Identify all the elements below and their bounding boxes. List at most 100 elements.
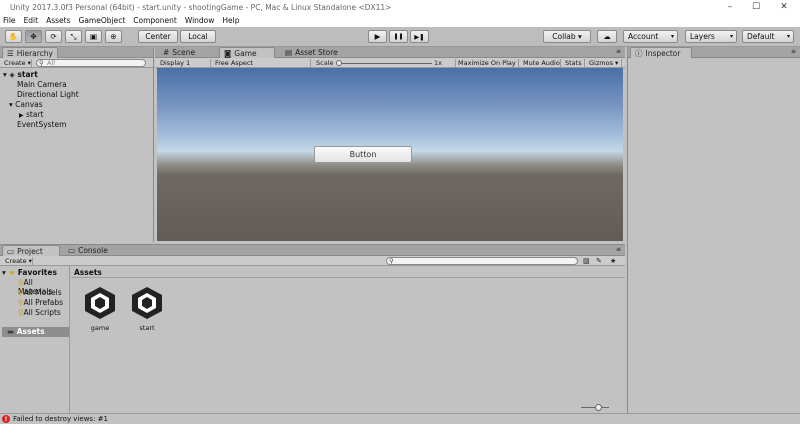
asset-label: start [139,324,155,332]
icon-size-slider-thumb[interactable] [595,404,602,411]
display-dropdown[interactable]: Display 1 [158,59,211,67]
expand-arrow-icon: ▾ [2,268,6,277]
pause-button[interactable]: ❚❚ [389,30,408,43]
search-icon: ⚲ [389,257,394,265]
panel-menu-icon[interactable]: ≡ [616,48,621,55]
favorite-label: All Scripts [23,308,61,317]
panel-menu-icon[interactable]: ≡ [791,48,796,55]
favorites-header[interactable]: ▾ ★ Favorites [2,268,57,277]
hierarchy-tab-label: Hierarchy [16,48,53,58]
project-search-input[interactable]: ⚲ [386,257,578,265]
scene-root[interactable]: ▾ ◈ start [3,70,38,79]
divider [71,277,625,278]
move-tool-icon[interactable]: ✥ [25,30,42,43]
menu-window[interactable]: Window [185,16,215,25]
tab-scene[interactable]: # Scene [159,47,207,58]
aspect-dropdown[interactable]: Free Aspect [213,59,311,67]
search-icon: ⚲ [39,59,44,67]
favorite-star-icon[interactable]: ★ [610,257,616,265]
hierarchy-search-input[interactable]: ⚲ All [36,59,146,67]
menu-assets[interactable]: Assets [46,16,70,25]
tab-console[interactable]: ▭ Console [64,245,114,256]
menu-file[interactable]: File [3,16,16,25]
hierarchy-item-main-camera[interactable]: Main Camera [17,80,67,89]
status-message[interactable]: Failed to destroy views: #1 [13,415,108,423]
step-button[interactable]: ▶❚ [410,30,429,43]
scale-slider-track[interactable] [337,63,432,64]
gizmos-dropdown[interactable]: Gizmos ▾ [587,59,622,67]
scale-label: Scale [316,59,334,67]
pivot-toggle[interactable]: Center [138,30,178,43]
tab-inspector[interactable]: ⓘ Inspector [630,47,692,58]
favorite-label: All Prefabs [23,298,64,307]
hierarchy-item-eventsystem[interactable]: EventSystem [17,120,66,129]
space-toggle[interactable]: Local [180,30,216,43]
play-button[interactable]: ▶ [368,30,387,43]
cloud-icon: ☁ [603,32,611,41]
pause-icon: ❚❚ [393,33,404,40]
project-create-dropdown[interactable]: Create ▾ [3,257,33,265]
hierarchy-tabbar: ☰ Hierarchy [0,47,153,58]
transform-tool-icon[interactable]: ⊕ [105,30,122,43]
menu-help[interactable]: Help [222,16,239,25]
favorite-all-prefabs[interactable]: ⚲All Prefabs [18,298,63,307]
rect-tool-icon[interactable]: ▣ [85,30,102,43]
stats-toggle[interactable]: Stats [563,59,585,67]
scale-tool-icon[interactable]: ⤡ [65,30,82,43]
filter-label-icon[interactable]: ✎ [596,257,602,265]
layers-dropdown[interactable]: Layers ▾ [685,30,737,43]
gamepad-icon: ◙ [224,48,232,58]
assets-root-folder[interactable]: ▬ Assets [2,327,69,337]
maximize-on-play-toggle[interactable]: Maximize On Play [455,59,519,67]
scale-slider-thumb[interactable] [336,60,342,66]
hierarchy-item-directional-light[interactable]: Directional Light [17,90,79,99]
asset-item-game[interactable]: game [81,284,119,334]
title-bar: Unity 2017.3.0f3 Personal (64bit) - star… [0,0,800,14]
expand-arrow-icon: ▾ [9,100,13,109]
favorite-all-models[interactable]: ⚲All Models [18,288,62,297]
expand-arrow-icon: ▾ [3,70,7,79]
ui-button[interactable]: Button [314,146,412,163]
cloud-button[interactable]: ☁ [597,30,617,43]
tab-game[interactable]: ◙ Game [219,47,275,58]
console-tab-label: Console [78,246,108,255]
account-dropdown[interactable]: Account ▾ [623,30,678,43]
collab-dropdown[interactable]: Collab ▾ [543,30,591,43]
asset-label: game [90,324,110,332]
project-toolbar: Create ▾ ⚲ ▨ ✎ ★ [0,256,625,266]
project-tab-label: Project [17,246,43,256]
filter-type-icon[interactable]: ▨ [583,257,590,265]
hierarchy-item-canvas[interactable]: ▾ Canvas [9,100,43,109]
tab-asset-store[interactable]: ▤ Asset Store [281,47,351,58]
layout-label: Default [747,32,775,41]
favorites-label: Favorites [17,268,57,277]
asset-item-start[interactable]: start [128,284,166,334]
favorite-all-scripts[interactable]: ⚲All Scripts [18,308,61,317]
tab-project[interactable]: ▭ Project [2,245,60,256]
hierarchy-item-label: start [26,110,44,119]
tab-hierarchy[interactable]: ☰ Hierarchy [2,47,58,58]
panel-menu-icon[interactable]: ≡ [616,246,621,253]
hierarchy-create-dropdown[interactable]: Create ▾ [2,59,32,67]
game-view[interactable]: Button [157,68,623,241]
close-button[interactable]: ✕ [770,0,798,14]
window-title: Unity 2017.3.0f3 Personal (64bit) - star… [10,2,392,12]
breadcrumb: Assets [74,268,102,277]
favorite-label: All Models [23,288,62,297]
project-tree: ▾ ★ Favorites ⚲All Materials ⚲All Models… [0,266,70,414]
menu-component[interactable]: Component [133,16,177,25]
maximize-button[interactable]: ☐ [742,0,770,14]
menu-edit[interactable]: Edit [24,16,39,25]
minimize-button[interactable]: – [716,0,744,14]
collapse-arrow-icon: ▶ [19,112,24,119]
play-icon: ▶ [374,32,381,41]
store-icon: ▤ [285,48,293,57]
hand-tool-icon[interactable]: ✋ [5,30,22,43]
scale-value: 1x [434,59,442,67]
hierarchy-item-start[interactable]: ▶ start [19,110,43,119]
layout-dropdown[interactable]: Default ▾ [742,30,794,43]
rotate-tool-icon[interactable]: ⟳ [45,30,62,43]
menu-gameobject[interactable]: GameObject [79,16,126,25]
layout-chevron-icon: ▾ [786,33,790,40]
mute-audio-toggle[interactable]: Mute Audio [521,59,561,67]
